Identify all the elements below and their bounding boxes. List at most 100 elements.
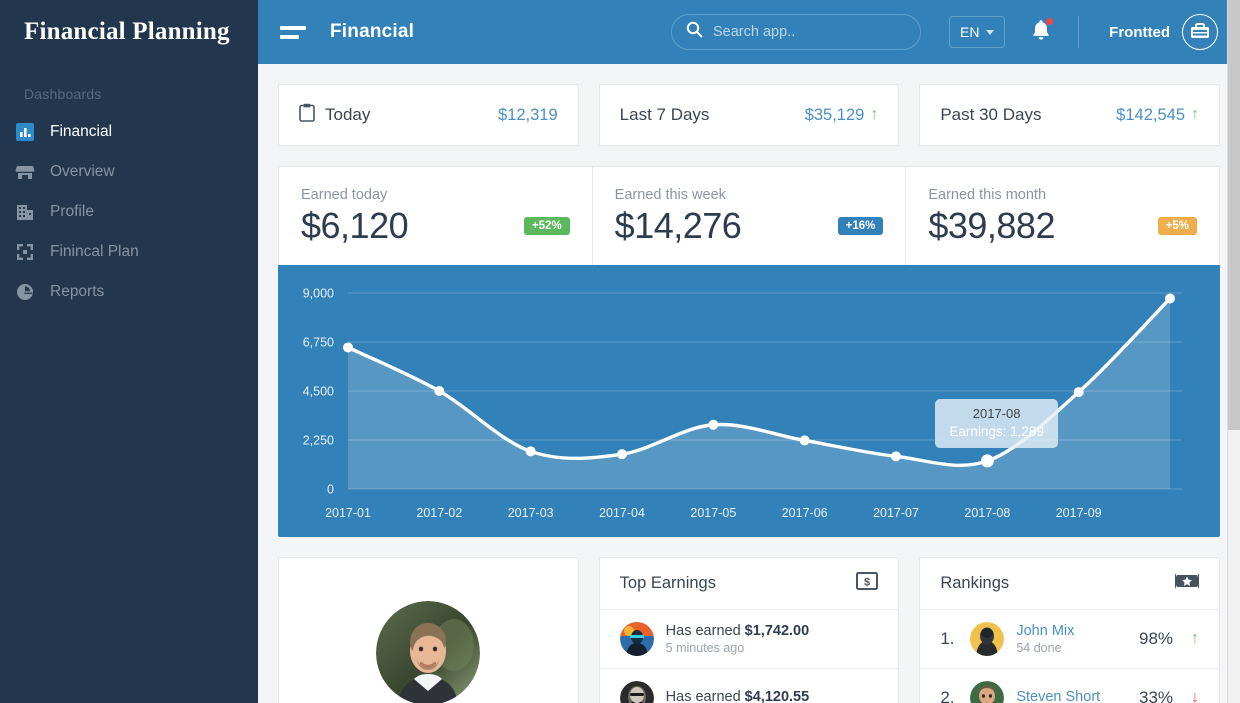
user-menu[interactable]: Frontted bbox=[1109, 14, 1218, 50]
chevron-down-icon bbox=[986, 29, 995, 35]
language-selector[interactable]: EN bbox=[949, 16, 1006, 48]
trend-down-icon: ↓ bbox=[1191, 689, 1200, 703]
earnings-this-month: Earned this month $39,882 +5% bbox=[905, 167, 1219, 265]
earnings-label: Earned this week bbox=[614, 187, 726, 203]
trend-up-icon: ↑ bbox=[1191, 106, 1200, 123]
stat-card-last-7-days[interactable]: Last 7 Days $35,129 ↑ bbox=[598, 84, 900, 146]
svg-text:2017-07: 2017-07 bbox=[873, 506, 919, 520]
hamburger-icon[interactable] bbox=[280, 23, 306, 41]
svg-text:2017-04: 2017-04 bbox=[599, 506, 645, 520]
money-bill-icon: $ bbox=[856, 572, 879, 595]
list-item[interactable]: Has earned $4,120.55 bbox=[600, 669, 899, 703]
content-area: Today $12,319 Last 7 Days $35,129 ↑ Past… bbox=[258, 64, 1240, 703]
card-title: Rankings bbox=[940, 574, 1010, 592]
bottom-cards-row: Top Earnings $ Has earned $1,742.00 5 mi… bbox=[278, 557, 1221, 703]
rank-name[interactable]: John Mix bbox=[1016, 623, 1127, 639]
rank-percent: 98% bbox=[1138, 629, 1174, 648]
list-item[interactable]: 1. John Mix 54 done 98% ↑ bbox=[920, 610, 1220, 669]
sidebar-item-label: Profile bbox=[50, 203, 94, 220]
main-area: Financial EN Frontted bbox=[258, 0, 1240, 703]
page-title: Financial bbox=[330, 21, 415, 42]
notifications-button[interactable] bbox=[1030, 18, 1053, 47]
svg-text:2017-05: 2017-05 bbox=[690, 506, 736, 520]
user-name: Frontted bbox=[1109, 23, 1170, 41]
top-earnings-header: Top Earnings $ bbox=[599, 558, 899, 610]
expand-icon bbox=[14, 241, 36, 263]
svg-text:2017-03: 2017-03 bbox=[508, 506, 554, 520]
bar-chart-icon bbox=[14, 121, 36, 143]
stat-card-past-30-days[interactable]: Past 30 Days $142,545 ↑ bbox=[919, 84, 1221, 146]
svg-text:0: 0 bbox=[327, 483, 334, 497]
stat-cards-row: Today $12,319 Last 7 Days $35,129 ↑ Past… bbox=[278, 84, 1221, 146]
list-item[interactable]: Has earned $1,742.00 5 minutes ago bbox=[599, 610, 899, 669]
card-title: Top Earnings bbox=[619, 574, 716, 592]
stat-card-label: Last 7 Days bbox=[619, 105, 710, 124]
earning-amount: $4,120.55 bbox=[744, 689, 810, 703]
pie-chart-icon bbox=[14, 281, 36, 303]
page-scrollbar[interactable] bbox=[1227, 0, 1240, 703]
earning-amount: $1,742.00 bbox=[744, 623, 810, 639]
scrollbar-thumb[interactable] bbox=[1228, 0, 1240, 430]
sidebar-item-reports[interactable]: Reports bbox=[0, 272, 258, 312]
rank-sub: 54 done bbox=[1016, 641, 1062, 655]
earnings-area-chart[interactable]: 0 2,250 4,500 6,750 9,000 2017-01 2017-02 2017-… bbox=[278, 265, 1220, 537]
rank-number: 2. bbox=[940, 688, 955, 703]
earning-text: Has earned $1,742.00 bbox=[666, 623, 879, 639]
status-badge: +16% bbox=[837, 217, 884, 235]
list-item[interactable]: 2. Steven Short 33% ↓ bbox=[920, 669, 1219, 703]
search-input[interactable] bbox=[713, 24, 906, 40]
earnings-today: Earned today $6,120 +52% bbox=[279, 167, 592, 265]
earnings-label: Earned this month bbox=[928, 187, 1047, 203]
earnings-value: $39,882 bbox=[928, 205, 1055, 246]
earnings-this-week: Earned this week $14,276 +16% bbox=[591, 167, 906, 265]
svg-text:2017-06: 2017-06 bbox=[782, 506, 828, 520]
sidebar-item-label: Financial bbox=[50, 123, 113, 140]
top-navigation-bar: Financial EN Frontted bbox=[258, 0, 1240, 64]
sidebar-item-label: Finincal Plan bbox=[50, 243, 139, 260]
sidebar-item-finincal-plan[interactable]: Finincal Plan bbox=[0, 232, 258, 272]
sidebar-section-dashboards: Dashboards bbox=[24, 86, 102, 102]
stat-card-value: $35,129 bbox=[804, 105, 865, 124]
rank-number: 1. bbox=[940, 629, 955, 648]
language-value: EN bbox=[960, 24, 980, 40]
svg-text:$: $ bbox=[864, 577, 870, 589]
dashboard-app: Financial Planning Dashboards Financial … bbox=[0, 0, 1240, 703]
rankings-header: Rankings bbox=[920, 558, 1220, 610]
profile-photo-card bbox=[278, 557, 579, 703]
stat-card-value: $12,319 bbox=[498, 105, 558, 124]
avatar bbox=[970, 622, 1005, 656]
rank-percent: 33% bbox=[1138, 688, 1174, 703]
sidebar-item-overview[interactable]: Overview bbox=[0, 152, 258, 192]
star-badge-icon bbox=[1175, 572, 1200, 595]
stat-card-label: Today bbox=[325, 105, 371, 124]
store-icon bbox=[14, 161, 36, 183]
search-icon bbox=[686, 21, 703, 43]
svg-text:2017-09: 2017-09 bbox=[1056, 506, 1102, 520]
avatar bbox=[619, 681, 654, 703]
svg-text:9,000: 9,000 bbox=[303, 287, 334, 301]
trend-up-icon: ↑ bbox=[870, 106, 879, 123]
sidebar-item-label: Reports bbox=[50, 283, 105, 300]
earning-prefix: Has earned bbox=[665, 689, 745, 703]
earning-prefix: Has earned bbox=[665, 623, 745, 639]
status-badge: +5% bbox=[1157, 217, 1198, 235]
notification-badge bbox=[1046, 18, 1053, 25]
earnings-label: Earned today bbox=[301, 187, 388, 203]
svg-text:4,500: 4,500 bbox=[303, 385, 334, 399]
sidebar-item-financial[interactable]: Financial bbox=[0, 112, 258, 152]
chart-canvas: 0 2,250 4,500 6,750 9,000 2017-01 2017-02 2017-… bbox=[303, 287, 1182, 520]
sidebar: Financial Planning Dashboards Financial … bbox=[0, 0, 258, 703]
rank-name[interactable]: Steven Short bbox=[1016, 689, 1127, 703]
sidebar-item-profile[interactable]: Profile bbox=[0, 192, 258, 232]
svg-text:6,750: 6,750 bbox=[303, 336, 334, 350]
sidebar-item-label: Overview bbox=[50, 163, 115, 180]
stat-card-label: Past 30 Days bbox=[940, 105, 1042, 124]
stat-card-value: $142,545 bbox=[1116, 105, 1186, 124]
search-box[interactable] bbox=[671, 14, 921, 50]
svg-text:2017-02: 2017-02 bbox=[416, 506, 462, 520]
stat-card-today[interactable]: Today $12,319 bbox=[278, 84, 579, 146]
svg-text:2,250: 2,250 bbox=[303, 434, 334, 448]
status-badge: +52% bbox=[523, 217, 570, 235]
profile-photo bbox=[376, 601, 481, 703]
earnings-summary-row: Earned today $6,120 +52% Earned this wee… bbox=[278, 166, 1220, 265]
